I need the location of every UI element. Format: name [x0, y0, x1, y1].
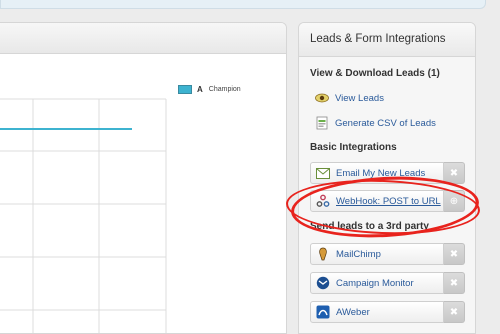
- mailchimp-icon: [316, 247, 330, 261]
- aweber-label: AWeber: [336, 306, 370, 318]
- generate-csv-label: Generate CSV of Leads: [335, 117, 436, 129]
- integration-body[interactable]: MailChimp: [310, 243, 444, 265]
- remove-x-icon: ✖: [449, 248, 459, 260]
- third-party-section-title: Send leads to a 3rd party: [310, 221, 429, 232]
- remove-x-icon: ✖: [449, 167, 459, 179]
- webhook-icon: [316, 194, 330, 208]
- top-banner: [0, 0, 486, 9]
- remove-x-icon: ✖: [449, 277, 459, 289]
- integration-body[interactable]: AWeber: [310, 301, 444, 323]
- mailchimp-label: MailChimp: [336, 248, 381, 260]
- csv-document-icon: [315, 116, 329, 130]
- campaign-monitor-icon: [316, 276, 330, 290]
- view-leads-section-title: View & Download Leads (1): [310, 68, 440, 79]
- remove-aweber-button[interactable]: ✖: [444, 301, 465, 323]
- email-new-leads-integration[interactable]: Email My New Leads ✖: [310, 162, 465, 184]
- integration-body[interactable]: Email My New Leads: [310, 162, 444, 184]
- remove-mailchimp-button[interactable]: ✖: [444, 243, 465, 265]
- mailchimp-integration[interactable]: MailChimp ✖: [310, 243, 465, 265]
- chart-plot: [0, 98, 167, 333]
- webhook-integration[interactable]: WebHook: POST to URL ⊕: [310, 190, 465, 212]
- view-leads-label: View Leads: [335, 92, 384, 104]
- remove-campaign-monitor-button[interactable]: ✖: [444, 272, 465, 294]
- chart-card: A Champion: [0, 22, 287, 334]
- legend-swatch: [178, 85, 192, 94]
- legend-letter: A: [197, 85, 203, 94]
- basic-integrations-section-title: Basic Integrations: [310, 142, 397, 153]
- campaign-monitor-label: Campaign Monitor: [336, 277, 414, 289]
- aweber-integration[interactable]: AWeber ✖: [310, 301, 465, 323]
- add-webhook-button[interactable]: ⊕: [444, 190, 465, 212]
- aweber-icon: [316, 305, 330, 319]
- eye-icon: [315, 91, 329, 105]
- campaign-monitor-integration[interactable]: Campaign Monitor ✖: [310, 272, 465, 294]
- legend-label: Champion: [208, 86, 241, 93]
- view-leads-link[interactable]: View Leads: [315, 91, 384, 105]
- generate-csv-link[interactable]: Generate CSV of Leads: [315, 116, 436, 130]
- webhook-label: WebHook: POST to URL: [336, 195, 441, 207]
- chart-card-header: [0, 23, 286, 54]
- email-new-leads-label: Email My New Leads: [336, 167, 426, 179]
- panel-title: Leads & Form Integrations: [299, 23, 475, 57]
- chart-legend: A Champion: [178, 85, 241, 94]
- add-plus-icon: ⊕: [449, 195, 459, 207]
- remove-x-icon: ✖: [449, 306, 459, 318]
- email-icon: [316, 166, 330, 180]
- remove-email-button[interactable]: ✖: [444, 162, 465, 184]
- integration-body[interactable]: Campaign Monitor: [310, 272, 444, 294]
- integrations-panel: Leads & Form Integrations View & Downloa…: [298, 22, 476, 334]
- integration-body[interactable]: WebHook: POST to URL: [310, 190, 444, 212]
